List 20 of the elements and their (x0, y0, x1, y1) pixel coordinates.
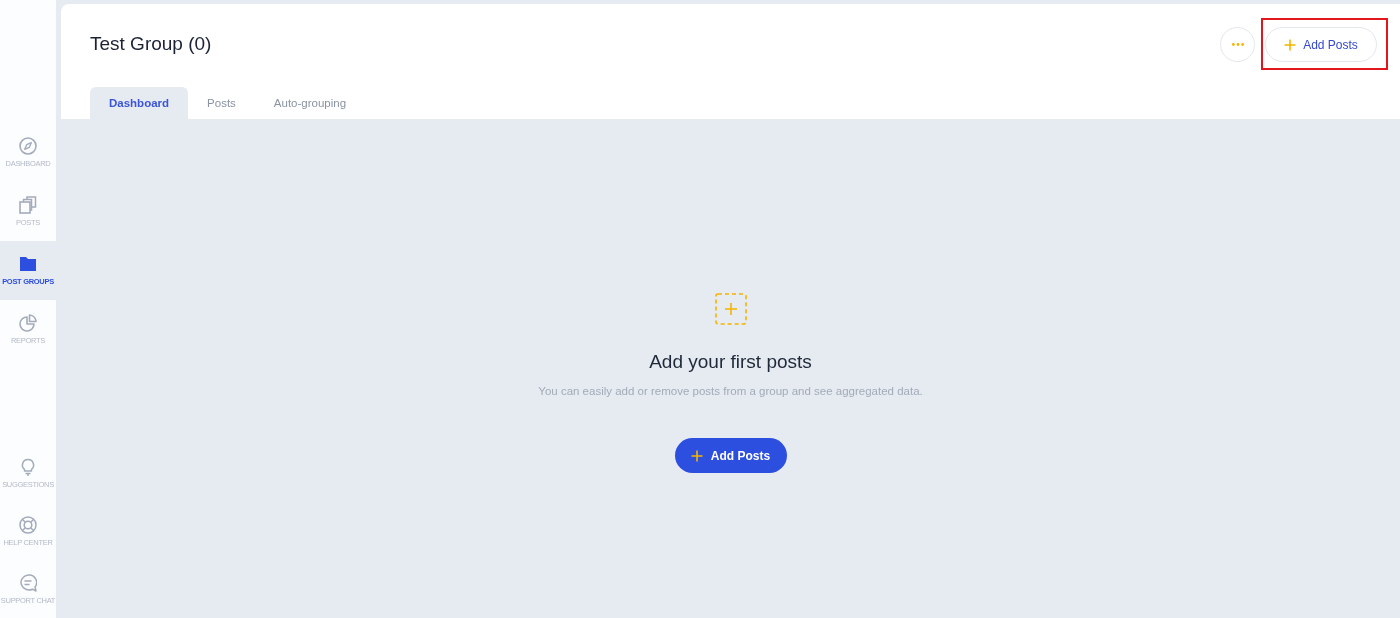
folder-icon (19, 255, 37, 273)
add-posts-button[interactable]: Add Posts (1265, 27, 1377, 62)
page-title: Test Group (0) (90, 33, 212, 55)
more-icon (1231, 42, 1244, 46)
plus-icon (1284, 38, 1297, 51)
chat-bubble-icon (19, 574, 37, 592)
empty-state-text: You can easily add or remove posts from a group and see aggregated data. (538, 384, 923, 398)
empty-state-title: Add your first posts (649, 350, 812, 373)
plus-icon (690, 449, 703, 462)
dashed-plus-icon (714, 293, 747, 325)
copies-icon (19, 196, 37, 214)
add-posts-button[interactable]: Add Posts (674, 438, 787, 473)
tab[interactable]: Posts (188, 87, 255, 119)
tab[interactable]: Dashboard (90, 87, 189, 119)
tab[interactable]: Auto-grouping (254, 87, 366, 119)
more-button[interactable] (1220, 26, 1255, 62)
lightbulb-icon (19, 458, 37, 476)
compass-icon (19, 137, 37, 155)
lifebuoy-icon (19, 516, 37, 534)
pie-chart-icon (19, 314, 37, 332)
